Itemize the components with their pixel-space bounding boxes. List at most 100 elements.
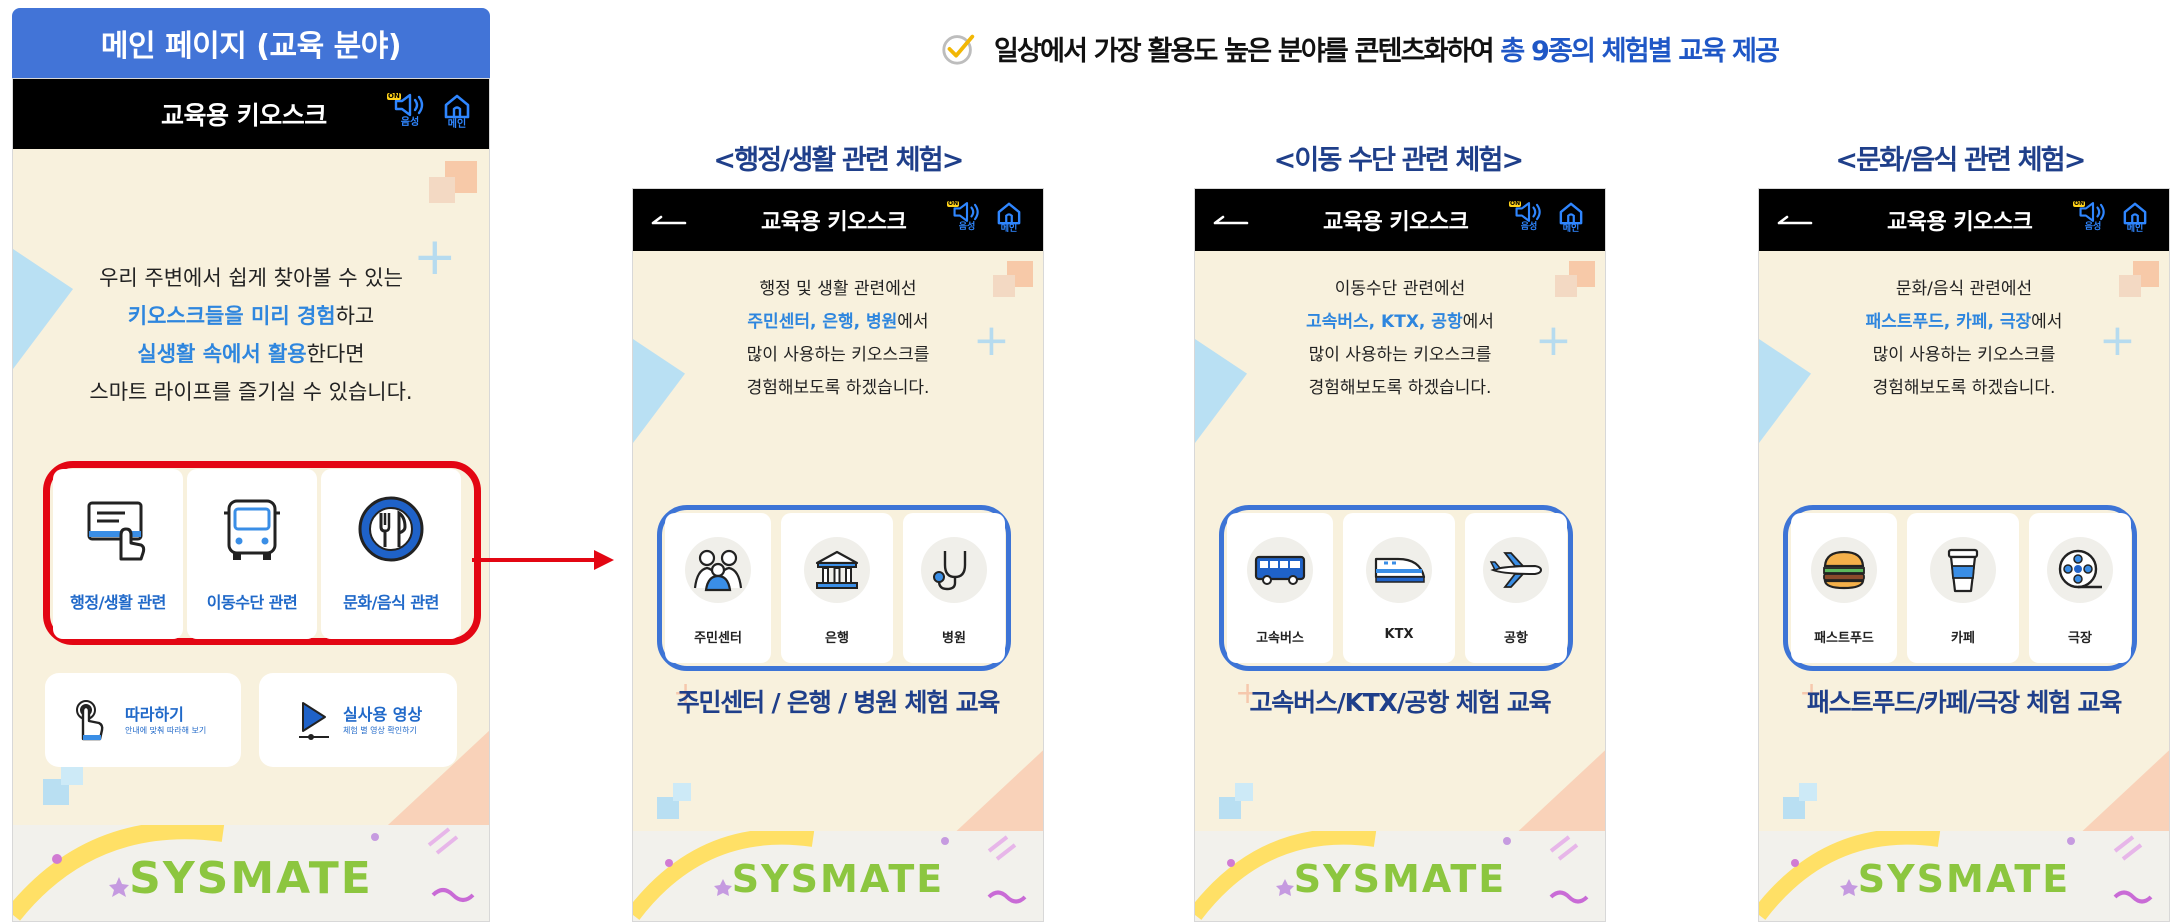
deco-squares [1799, 783, 1817, 801]
brand-footer: SYSMATE [13, 825, 489, 921]
home-button[interactable]: 메인 [2117, 201, 2153, 234]
service-label: 패스트푸드 [1814, 631, 1874, 646]
home-button[interactable]: 메인 [437, 93, 477, 130]
voice-button[interactable]: ON 음성 [947, 201, 987, 232]
intro-text: 행정 및 생활 관련에선 주민센터, 은행, 병원에서 많이 사용하는 키오스크… [633, 273, 1043, 405]
voice-button[interactable]: ON 음성 [2073, 201, 2113, 232]
service-card-2-2[interactable]: 극장 [2029, 513, 2131, 663]
voice-on-badge: ON [2073, 200, 2086, 207]
voice-button[interactable]: ON 음성 [387, 93, 433, 128]
service-label: 병원 [942, 631, 966, 646]
brand-logo: SYSMATE [1857, 857, 2071, 901]
kiosk-title-bar: 교육용 키오스크 ON 음성 메인 [13, 79, 489, 149]
burger-icon [1823, 550, 1865, 590]
brand-footer: SYSMATE [633, 831, 1043, 921]
service-label: 공항 [1504, 631, 1528, 646]
headline-text: 일상에서 가장 활용도 높은 분야를 콘텐츠화하여 [994, 35, 1501, 67]
intro-rest: 에서 [897, 312, 929, 332]
brand-logo: SYSMATE [1293, 857, 1507, 901]
back-arrow-icon[interactable] [651, 215, 687, 229]
panel-kiosk-screen: 교육용 키오스크 ON 음성 메인 + [1758, 188, 2170, 922]
back-arrow-icon[interactable] [1777, 215, 1813, 229]
follow-along-button[interactable]: 따라하기 안내에 맞춰 따라해 보기 [45, 673, 241, 767]
main-page-header: 메인 페이지 (교육 분야) [12, 8, 490, 78]
intro-line: 많이 사용하는 키오스크를 [1872, 345, 2056, 365]
intro-line: 패스트푸드, 카페, 극장에서 [1759, 306, 2169, 339]
intro-line: 키오스크들을 미리 경험하고 [13, 297, 489, 335]
people-icon [693, 549, 743, 592]
panel-kiosk-screen: 교육용 키오스크 ON 음성 메인 + [1194, 188, 1606, 922]
intro-line: 이동수단 관련에선 [1334, 279, 1466, 299]
intro-rest: 한다면 [306, 342, 365, 366]
bank-icon [815, 550, 859, 589]
bus-icon [224, 499, 280, 560]
service-card-2-1[interactable]: 카페 [1907, 513, 2019, 663]
voice-label: 음성 [2084, 222, 2102, 232]
dining-icon [358, 496, 424, 562]
intro-line: 경험해보도록 하겠습니다. [746, 378, 930, 398]
voice-button[interactable]: ON 음성 [1509, 201, 1549, 232]
intro-accent: 주민센터, 은행, 병원 [747, 312, 898, 332]
kiosk-title: 교육용 키오스크 [1887, 210, 2033, 235]
service-label: 은행 [825, 631, 849, 646]
home-icon [2123, 202, 2147, 225]
service-card-2-0[interactable]: 패스트푸드 [1791, 513, 1897, 663]
kiosk-title-bar: 교육용 키오스크 ON 음성 메인 [1195, 189, 1605, 251]
real-video-button[interactable]: 실사용 영상 체험 별 영상 확인하기 [259, 673, 457, 767]
intro-line: 행정 및 생활 관련에선 [759, 279, 917, 299]
document-hand-icon [87, 501, 146, 561]
panel-title: <행정/생활 관련 체험> [713, 145, 964, 176]
home-button[interactable]: 메인 [1553, 201, 1589, 234]
panel-kiosk-screen: 교육용 키오스크 ON 음성 메인 + [632, 188, 1044, 922]
service-label: KTX [1384, 627, 1414, 642]
intro-line: 스마트 라이프를 즐기실 수 있습니다. [89, 380, 413, 404]
home-icon [997, 202, 1021, 225]
service-icon-circle [1483, 537, 1549, 603]
service-icon-circle [1247, 537, 1313, 603]
service-icon-circle [1930, 537, 1996, 603]
intro-line: 경험해보도록 하겠습니다. [1872, 378, 2056, 398]
play-icon [299, 702, 329, 740]
film-reel-icon [2058, 549, 2102, 589]
service-icon-circle [1811, 537, 1877, 603]
panel-caption: 패스트푸드/카페/극장 체험 교육 [1806, 688, 2122, 717]
deco-squares [429, 177, 455, 203]
category-card-culture[interactable]: 문화/음식 관련 [321, 469, 461, 639]
service-card-1-2[interactable]: 공항 [1465, 513, 1567, 663]
service-card-0-2[interactable]: 병원 [903, 513, 1005, 663]
service-card-0-1[interactable]: 은행 [781, 513, 893, 663]
back-arrow-icon[interactable] [1213, 215, 1249, 229]
voice-on-badge: ON [1509, 200, 1522, 207]
coffee-cup-icon [1947, 548, 1979, 593]
stethoscope-icon [933, 551, 967, 591]
brand-logo: SYSMATE [731, 857, 945, 901]
service-card-1-0[interactable]: 고속버스 [1227, 513, 1333, 663]
intro-accent: 고속버스, KTX, 공항 [1306, 312, 1463, 332]
kiosk-title-bar: 교육용 키오스크 ON 음성 메인 [1759, 189, 2169, 251]
headline: 일상에서 가장 활용도 높은 분야를 콘텐츠화하여 총 9종의 체험별 교육 제… [940, 28, 1780, 68]
category-card-transport[interactable]: 이동수단 관련 [187, 469, 317, 639]
voice-on-badge: ON [387, 92, 401, 100]
category-card-admin[interactable]: 행정/생활 관련 [53, 469, 183, 639]
intro-line: 많이 사용하는 키오스크를 [746, 345, 930, 365]
brand-footer: SYSMATE [1759, 831, 2169, 921]
service-label: 극장 [2068, 631, 2092, 646]
real-video-title: 실사용 영상 [343, 705, 423, 724]
kiosk-title: 교육용 키오스크 [1323, 210, 1469, 235]
intro-line: 많이 사용하는 키오스크를 [1308, 345, 1492, 365]
service-icon-circle [685, 537, 751, 603]
intro-line: 경험해보도록 하겠습니다. [1308, 378, 1492, 398]
voice-label: 음성 [958, 222, 976, 232]
brand-logo: SYSMATE [129, 853, 373, 904]
follow-along-title: 따라하기 [125, 705, 184, 724]
home-label: 메인 [2126, 224, 2144, 234]
service-card-1-1[interactable]: KTX [1343, 513, 1455, 663]
service-card-0-0[interactable]: 주민센터 [665, 513, 771, 663]
kiosk-title-bar: 교육용 키오스크 ON 음성 메인 [633, 189, 1043, 251]
home-button[interactable]: 메인 [991, 201, 1027, 234]
home-icon [1559, 202, 1583, 225]
intro-accent: 실생활 속에서 활용 [137, 342, 307, 366]
category-label: 행정/생활 관련 [70, 593, 166, 612]
intro-line: 고속버스, KTX, 공항에서 [1195, 306, 1605, 339]
intro-line: 문화/음식 관련에선 [1895, 279, 2033, 299]
